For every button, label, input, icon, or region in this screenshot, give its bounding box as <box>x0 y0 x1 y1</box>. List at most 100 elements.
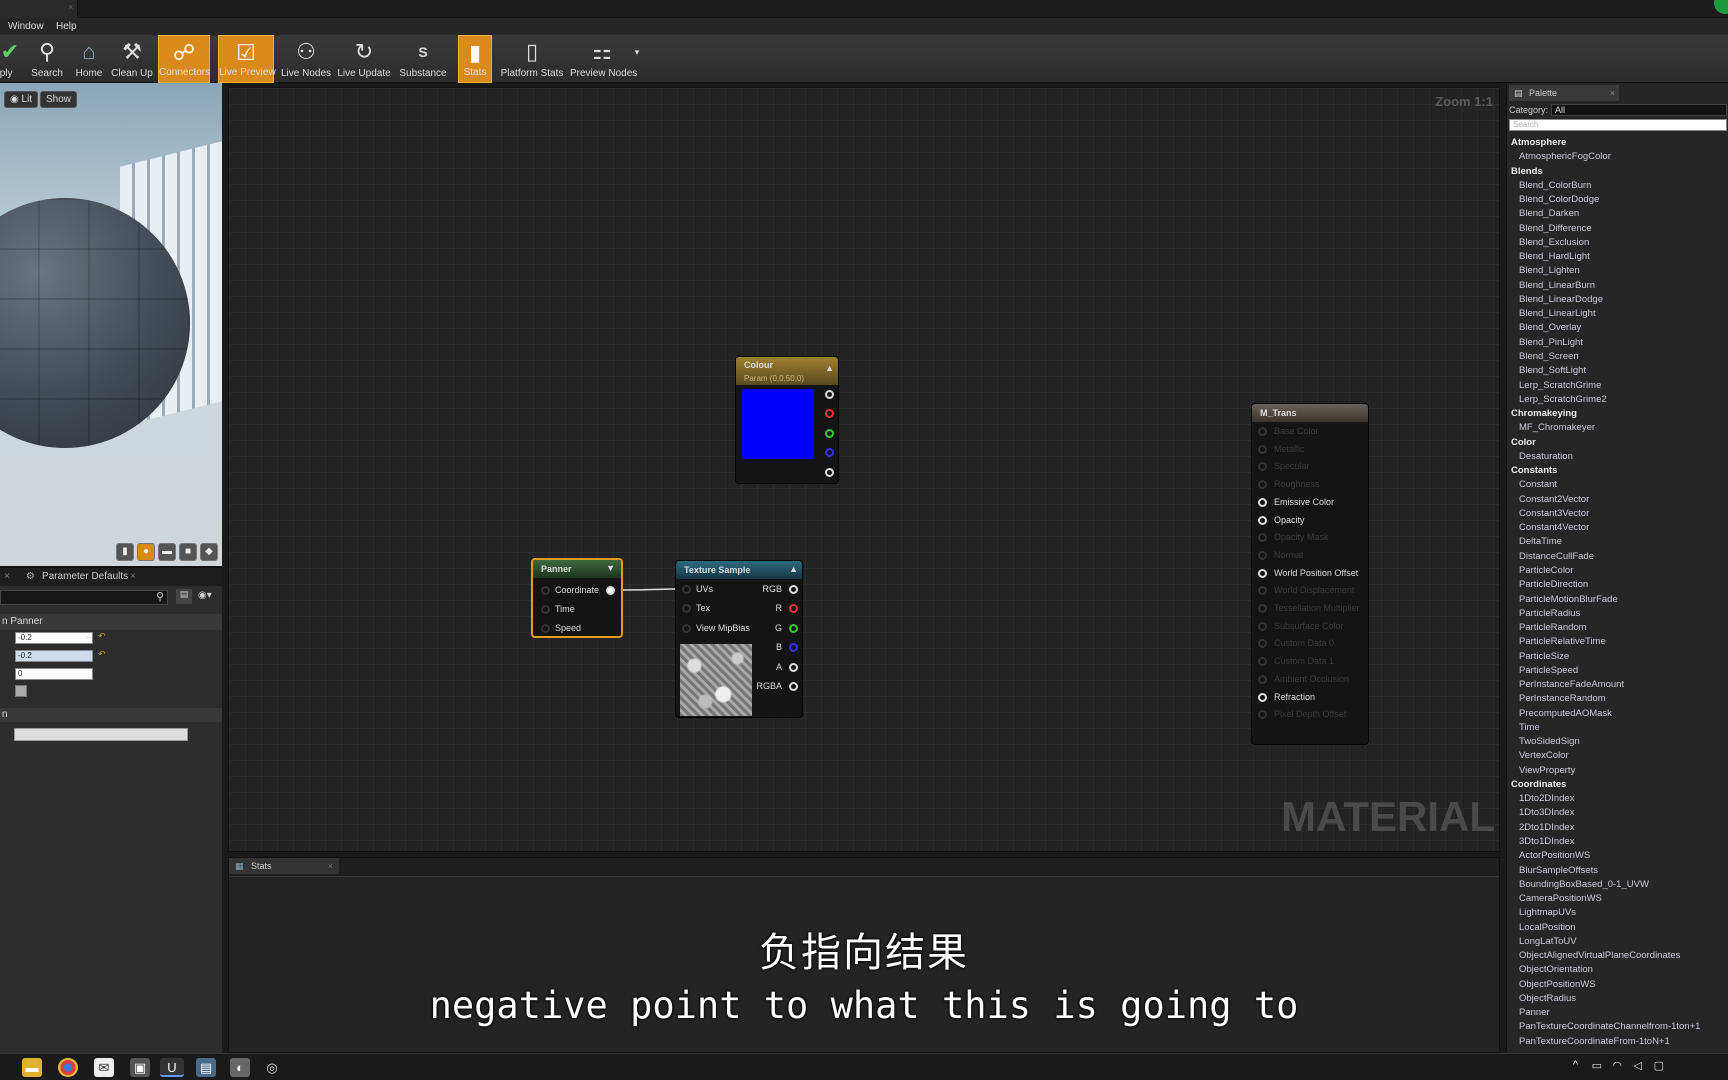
palette-item[interactable]: ParticleSpeed <box>1507 664 1728 678</box>
palette-category[interactable]: Blends <box>1507 165 1728 179</box>
close-tab-icon[interactable]: × <box>68 2 73 12</box>
close-tab-icon[interactable]: × <box>4 571 10 582</box>
live-nodes-button[interactable]: ⚇ Live Nodes <box>280 35 332 83</box>
palette-item[interactable]: Lerp_ScratchGrime2 <box>1507 393 1728 407</box>
material-input-pin[interactable] <box>1258 586 1267 596</box>
palette-item[interactable]: ParticleSize <box>1507 650 1728 664</box>
speed-y-field[interactable]: -0.2 <box>15 650 93 662</box>
palette-item[interactable]: Blend_LinearDodge <box>1507 293 1728 307</box>
tray-network-icon[interactable]: ▭ <box>1592 1059 1602 1072</box>
palette-item[interactable]: BoundingBoxBased_0-1_UVW <box>1507 878 1728 892</box>
palette-item[interactable]: 3Dto1DIndex <box>1507 835 1728 849</box>
palette-category[interactable]: Chromakeying <box>1507 407 1728 421</box>
material-input-pin[interactable] <box>1258 444 1267 454</box>
editor-tab[interactable]: × <box>0 0 78 18</box>
menu-help[interactable]: Help <box>56 21 77 32</box>
material-input-pin[interactable] <box>1258 639 1267 649</box>
palette-search-input[interactable]: Search <box>1509 119 1727 131</box>
palette-item[interactable]: Blend_Exclusion <box>1507 236 1728 250</box>
tab-parameter-defaults[interactable]: Parameter Defaults <box>42 571 128 582</box>
palette-item[interactable]: ObjectOrientation <box>1507 963 1728 977</box>
palette-item[interactable]: Blend_LinearLight <box>1507 307 1728 321</box>
cylinder-preview-icon[interactable]: ▮ <box>116 543 134 561</box>
chrome-icon[interactable] <box>58 1058 78 1077</box>
palette-item[interactable]: Blend_ColorBurn <box>1507 179 1728 193</box>
obs-icon[interactable]: ◎ <box>262 1058 282 1077</box>
details-search-input[interactable] <box>0 590 168 605</box>
live-update-button[interactable]: ↻ Live Update <box>336 35 392 83</box>
speed-input-pin[interactable] <box>541 624 550 633</box>
material-input-pin[interactable] <box>1258 604 1267 613</box>
palette-item[interactable]: PanTextureCoordinateFrom-1toN+1 <box>1507 1035 1728 1049</box>
palette-item[interactable]: ObjectAlignedVirtualPlaneCoordinates <box>1507 949 1728 963</box>
uvs-input-pin[interactable] <box>682 585 691 594</box>
app-generic-icon[interactable]: ◐ <box>230 1058 250 1077</box>
material-input-pin[interactable] <box>1258 480 1267 490</box>
search-button[interactable]: ⚲ Search <box>28 35 66 83</box>
palette-item[interactable]: PerInstanceFadeAmount <box>1507 678 1728 692</box>
palette-item[interactable]: 1Dto3DIndex <box>1507 806 1728 820</box>
reset-icon[interactable]: ↶ <box>98 631 106 642</box>
palette-item[interactable]: Constant4Vector <box>1507 521 1728 535</box>
material-input-pin[interactable] <box>1258 568 1267 578</box>
stats-button[interactable]: ▮ Stats <box>458 35 492 83</box>
palette-item[interactable]: DeltaTime <box>1507 535 1728 549</box>
substance-button[interactable]: S Substance <box>398 35 448 83</box>
palette-item[interactable]: ParticleDirection <box>1507 578 1728 592</box>
file-explorer-icon[interactable]: ▬ <box>22 1058 42 1077</box>
palette-item[interactable]: DistanceCullFade <box>1507 550 1728 564</box>
palette-item[interactable]: Constant <box>1507 478 1728 492</box>
menu-window[interactable]: Window <box>8 21 44 32</box>
material-input-pin[interactable] <box>1258 515 1267 525</box>
material-input-pin[interactable] <box>1258 674 1267 684</box>
panner-node[interactable]: Panner ▼ Coordinate Time Speed <box>531 558 623 638</box>
category-select[interactable]: All <box>1551 104 1727 116</box>
palette-item[interactable]: 2Dto1DIndex <box>1507 821 1728 835</box>
palette-item[interactable]: MF_Chromakeyer <box>1507 421 1728 435</box>
r-output-pin[interactable] <box>789 604 798 613</box>
palette-item[interactable]: LightmapUVs <box>1507 906 1728 920</box>
material-input-pin[interactable] <box>1258 550 1267 560</box>
lit-mode-button[interactable]: ◉ Lit <box>4 91 39 108</box>
unreal-engine-icon[interactable]: U <box>160 1058 184 1077</box>
tab-stats[interactable]: ▦ Stats × <box>229 858 339 874</box>
teapot-preview-icon[interactable]: ◆ <box>200 543 218 561</box>
material-input-pin[interactable] <box>1258 533 1267 543</box>
palette-item[interactable]: Blend_HardLight <box>1507 250 1728 264</box>
close-tab-icon[interactable]: × <box>130 571 136 582</box>
preview-viewport[interactable]: ◉ Lit Show ▮ ● ▬ ■ ◆ <box>0 83 222 566</box>
palette-item[interactable]: Blend_Darken <box>1507 207 1728 221</box>
palette-category[interactable]: Coordinates <box>1507 778 1728 792</box>
palette-item[interactable]: ViewProperty <box>1507 764 1728 778</box>
tab-palette[interactable]: ▤ Palette × <box>1509 85 1619 101</box>
rgb-output-pin[interactable] <box>789 585 798 594</box>
palette-item[interactable]: CameraPositionWS <box>1507 892 1728 906</box>
apply-button[interactable]: ✔Apply <box>0 35 20 83</box>
palette-item[interactable]: ParticleColor <box>1507 564 1728 578</box>
material-expression-section-header[interactable]: n <box>0 708 222 722</box>
tray-notification-icon[interactable]: ▢ <box>1654 1059 1664 1072</box>
palette-item[interactable]: TwoSidedSign <box>1507 735 1728 749</box>
toolbar-overflow-button[interactable]: ▾ <box>632 35 642 83</box>
tray-wifi-icon[interactable]: ◠ <box>1612 1059 1622 1072</box>
close-tab-icon[interactable]: × <box>328 858 333 874</box>
palette-item[interactable]: ParticleRelativeTime <box>1507 635 1728 649</box>
close-tab-icon[interactable]: × <box>1610 85 1615 101</box>
a-output-pin[interactable] <box>789 663 798 672</box>
fractional-part-checkbox[interactable] <box>15 685 27 697</box>
material-input-pin[interactable] <box>1258 621 1267 631</box>
palette-item[interactable]: Blend_Difference <box>1507 222 1728 236</box>
show-button[interactable]: Show <box>40 91 78 108</box>
palette-item[interactable]: Blend_SoftLight <box>1507 364 1728 378</box>
palette-item[interactable]: ObjectRadius <box>1507 992 1728 1006</box>
app-window-icon[interactable]: ▤ <box>196 1058 216 1077</box>
palette-item[interactable]: ParticleRadius <box>1507 607 1728 621</box>
spin-arrows-icon[interactable]: ↔ <box>84 649 93 659</box>
palette-category[interactable]: Color <box>1507 436 1728 450</box>
media-player-icon[interactable]: ▣ <box>130 1058 150 1077</box>
mail-icon[interactable]: ✉ <box>94 1058 114 1077</box>
material-result-node[interactable]: M_Trans Base Color Metallic Specular Roughn… <box>1251 403 1369 745</box>
speed-x-field[interactable]: -0.2 <box>15 632 93 644</box>
rgba-output-pin[interactable] <box>789 682 798 691</box>
description-field[interactable] <box>14 728 188 741</box>
